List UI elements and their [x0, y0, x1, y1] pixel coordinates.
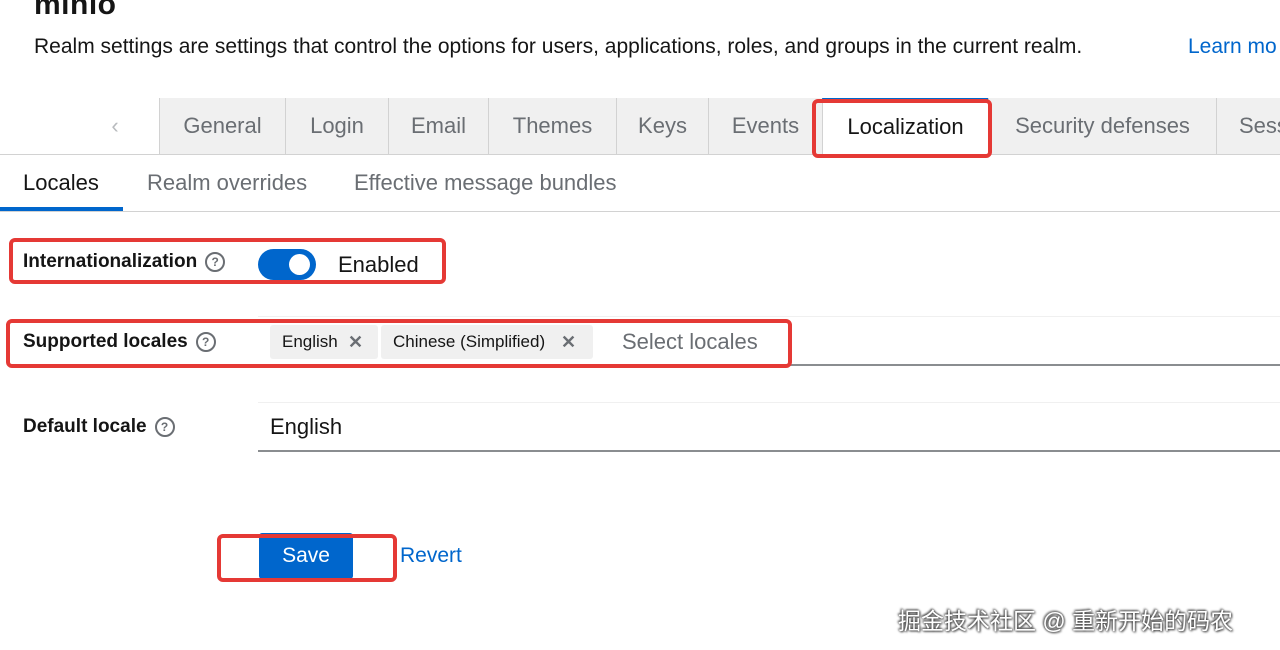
tab-keys[interactable]: Keys	[616, 98, 708, 154]
realm-settings-tabs: ‹ General Login Email Themes Keys Events…	[0, 98, 1280, 155]
subtab-effective-message-bundles[interactable]: Effective message bundles	[354, 160, 617, 211]
realm-title: minio	[34, 0, 117, 21]
localization-subtabs: Locales Realm overrides Effective messag…	[0, 160, 1280, 212]
annotation-box-supported-locales	[6, 319, 792, 368]
revert-link[interactable]: Revert	[400, 544, 462, 568]
tab-login[interactable]: Login	[285, 98, 388, 154]
tab-themes[interactable]: Themes	[488, 98, 616, 154]
default-locale-select[interactable]: English	[258, 402, 1280, 452]
help-icon[interactable]: ?	[154, 416, 175, 437]
realm-description: Realm settings are settings that control…	[34, 35, 1083, 58]
watermark-text: 掘金技术社区 @ 重新开始的码农	[898, 608, 1234, 634]
default-locale-value: English	[270, 414, 343, 439]
annotation-box-internationalization	[9, 238, 446, 284]
tab-events[interactable]: Events	[708, 98, 822, 154]
tab-sessions[interactable]: Sess	[1216, 98, 1280, 154]
subtab-locales[interactable]: Locales	[23, 160, 99, 211]
tab-email[interactable]: Email	[388, 98, 488, 154]
chevron-left-icon[interactable]: ‹	[100, 112, 130, 140]
default-locale-label-text: Default locale	[23, 416, 147, 437]
tab-security-defenses[interactable]: Security defenses	[988, 98, 1216, 154]
tab-general[interactable]: General	[159, 98, 285, 154]
default-locale-label: Default locale?	[23, 416, 175, 438]
annotation-box-save	[217, 534, 397, 582]
learn-more-link[interactable]: Learn mo	[1188, 35, 1277, 59]
subtab-realm-overrides[interactable]: Realm overrides	[147, 160, 307, 211]
active-subtab-indicator	[0, 207, 123, 211]
annotation-box-localization-tab	[812, 99, 992, 158]
